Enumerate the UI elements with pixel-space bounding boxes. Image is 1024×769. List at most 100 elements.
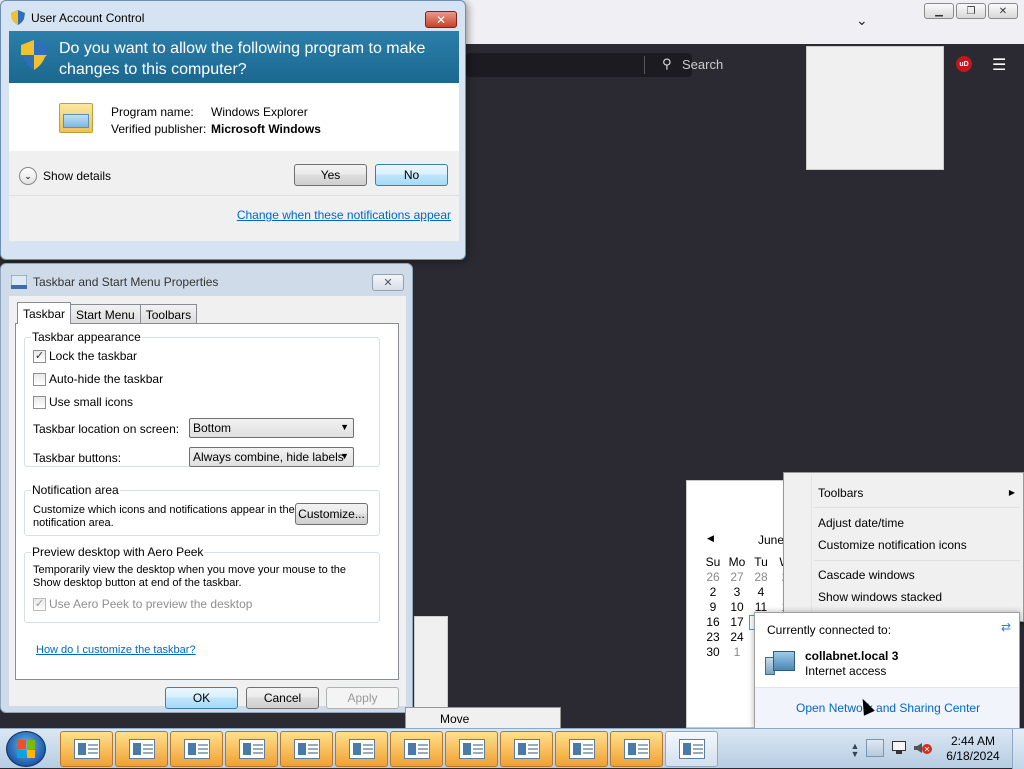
taskbar-clock[interactable]: 2:44 AM 6/18/2024 xyxy=(940,734,1006,764)
window-icon xyxy=(73,739,100,759)
chevron-down-icon: ⌄ xyxy=(19,167,37,185)
search-input[interactable]: ⚲ Search xyxy=(466,53,723,77)
move-menu-item[interactable]: Move xyxy=(405,707,561,729)
no-button[interactable]: No xyxy=(375,164,448,186)
checkbox-unchecked[interactable] xyxy=(33,395,46,409)
action-center-icon[interactable] xyxy=(866,739,884,757)
calendar-day[interactable]: 2 xyxy=(701,585,725,600)
taskbar-button[interactable] xyxy=(555,731,608,767)
taskbar-button[interactable] xyxy=(390,731,443,767)
network-footer: Open Network and Sharing Center xyxy=(755,688,1019,729)
cancel-button[interactable]: Cancel xyxy=(246,687,319,709)
uac-shield-icon xyxy=(21,40,47,70)
volume-muted-icon[interactable]: ✕ xyxy=(914,739,932,757)
blank-popup-panel xyxy=(806,46,944,170)
minimize-icon[interactable]: ▁ xyxy=(924,3,954,19)
location-select[interactable]: Bottom ▼ xyxy=(189,418,354,438)
window-icon xyxy=(513,739,540,759)
show-desktop-button[interactable] xyxy=(1012,729,1024,769)
checkbox-checked[interactable]: ✓ xyxy=(33,349,46,363)
small-icons-checkbox[interactable]: Use small icons xyxy=(33,395,133,409)
taskbar-button[interactable] xyxy=(665,731,718,767)
windows-logo-icon xyxy=(17,740,35,758)
calendar-day[interactable]: 4 xyxy=(749,585,773,600)
network-status: Internet access xyxy=(805,664,887,678)
taskbar-button[interactable] xyxy=(500,731,553,767)
uac-question: Do you want to allow the following progr… xyxy=(59,40,426,78)
calendar-day[interactable]: 9 xyxy=(701,600,725,615)
program-name-row: Program name: Windows Explorer xyxy=(111,105,308,119)
show-details-label: Show details xyxy=(43,169,112,183)
tab-toolbars[interactable]: Toolbars xyxy=(139,304,198,324)
calendar-day[interactable]: 30 xyxy=(701,645,725,660)
change-notifications-link[interactable]: Change when these notifications appear xyxy=(237,208,451,222)
taskbar-button[interactable] xyxy=(280,731,333,767)
customize-help-link[interactable]: How do I customize the taskbar? xyxy=(36,644,196,656)
show-hidden-icons-button[interactable]: ▲ ▼ xyxy=(849,737,861,763)
calendar-day[interactable]: 28 xyxy=(749,570,773,585)
tab-taskbar[interactable]: Taskbar xyxy=(17,302,72,324)
window-icon xyxy=(348,739,375,759)
aero-peek-checkbox: ✓ Use Aero Peek to preview the desktop xyxy=(33,597,252,611)
calendar-month[interactable]: June xyxy=(758,533,784,547)
calendar-day[interactable]: 23 xyxy=(701,630,725,645)
calendar-day[interactable]: 27 xyxy=(725,570,749,585)
menu-item-show-windows-stacked[interactable]: Show windows stacked xyxy=(818,590,942,604)
publisher-value: Microsoft Windows xyxy=(211,122,321,136)
calendar-day[interactable]: 16 xyxy=(701,615,725,630)
yes-button[interactable]: Yes xyxy=(294,164,367,186)
taskbar-button[interactable] xyxy=(225,731,278,767)
uac-program-info: Program name: Windows Explorer Verified p… xyxy=(9,83,459,151)
uac-dialog: User Account Control ✕ Do you want to al… xyxy=(0,0,466,260)
location-value: Bottom xyxy=(193,421,232,435)
buttons-select[interactable]: Always combine, hide labels ▼ xyxy=(189,447,354,467)
taskbar-button[interactable] xyxy=(170,731,223,767)
restore-icon[interactable]: ❐ xyxy=(956,3,986,19)
taskbar-tab-panel: Taskbar appearance ✓ Lock the taskbar Au… xyxy=(15,323,399,680)
calendar-day[interactable]: 1 xyxy=(725,645,749,660)
menu-gutter xyxy=(811,475,812,621)
taskbar-properties-icon xyxy=(11,275,27,289)
menu-separator xyxy=(814,507,1020,508)
menu-item-customize-notification-icons[interactable]: Customize notification icons xyxy=(818,538,967,552)
uac-titlebar: User Account Control xyxy=(11,10,144,25)
calendar-day[interactable]: 24 xyxy=(725,630,749,645)
ublock-icon[interactable]: uD xyxy=(956,56,972,72)
window-icon xyxy=(183,739,210,759)
taskbar-button[interactable] xyxy=(445,731,498,767)
close-icon[interactable]: ✕ xyxy=(372,274,404,291)
calendar-day[interactable]: 17 xyxy=(725,615,749,630)
menu-item-adjust-date-time[interactable]: Adjust date/time xyxy=(818,516,904,530)
network-computer-icon xyxy=(765,651,795,675)
taskbar-button[interactable] xyxy=(60,731,113,767)
uac-actions: ⌄ Show details Yes No Change when these … xyxy=(9,151,459,241)
checkbox-unchecked[interactable] xyxy=(33,372,46,386)
open-network-sharing-center-link[interactable]: Open Network and Sharing Center xyxy=(796,701,980,715)
auto-hide-checkbox[interactable]: Auto-hide the taskbar xyxy=(33,372,163,386)
lock-taskbar-checkbox[interactable]: ✓ Lock the taskbar xyxy=(33,349,137,363)
customize-button[interactable]: Customize... xyxy=(295,503,368,525)
taskbar-button[interactable] xyxy=(335,731,388,767)
taskbar-properties-title: Taskbar and Start Menu Properties xyxy=(33,275,219,289)
taskbar-button[interactable] xyxy=(610,731,663,767)
refresh-icon[interactable]: ⇄ xyxy=(1001,620,1011,634)
close-icon[interactable]: ✕ xyxy=(988,3,1018,19)
window-icon xyxy=(568,739,595,759)
close-icon[interactable]: ✕ xyxy=(425,11,457,28)
start-button[interactable] xyxy=(6,731,46,767)
ok-button[interactable]: OK xyxy=(165,687,238,709)
menu-item-cascade-windows[interactable]: Cascade windows xyxy=(818,568,915,582)
tab-start-menu[interactable]: Start Menu xyxy=(70,304,141,324)
calendar-day[interactable]: 10 xyxy=(725,600,749,615)
taskbar-properties-titlebar: Taskbar and Start Menu Properties xyxy=(11,275,218,289)
menu-icon[interactable]: ☰ xyxy=(992,55,1006,75)
calendar-day[interactable]: 3 xyxy=(725,585,749,600)
chevron-down-icon[interactable]: ⌄ xyxy=(856,12,868,29)
menu-item-toolbars[interactable]: Toolbars xyxy=(818,486,863,500)
previous-month-icon[interactable]: ◀ xyxy=(707,533,714,544)
tab-strip: Taskbar Start Menu Toolbars xyxy=(17,302,198,324)
taskbar-button[interactable] xyxy=(115,731,168,767)
calendar-day[interactable]: 26 xyxy=(701,570,725,585)
show-details-toggle[interactable]: ⌄ Show details xyxy=(19,167,111,185)
network-tray-icon[interactable] xyxy=(890,739,908,757)
